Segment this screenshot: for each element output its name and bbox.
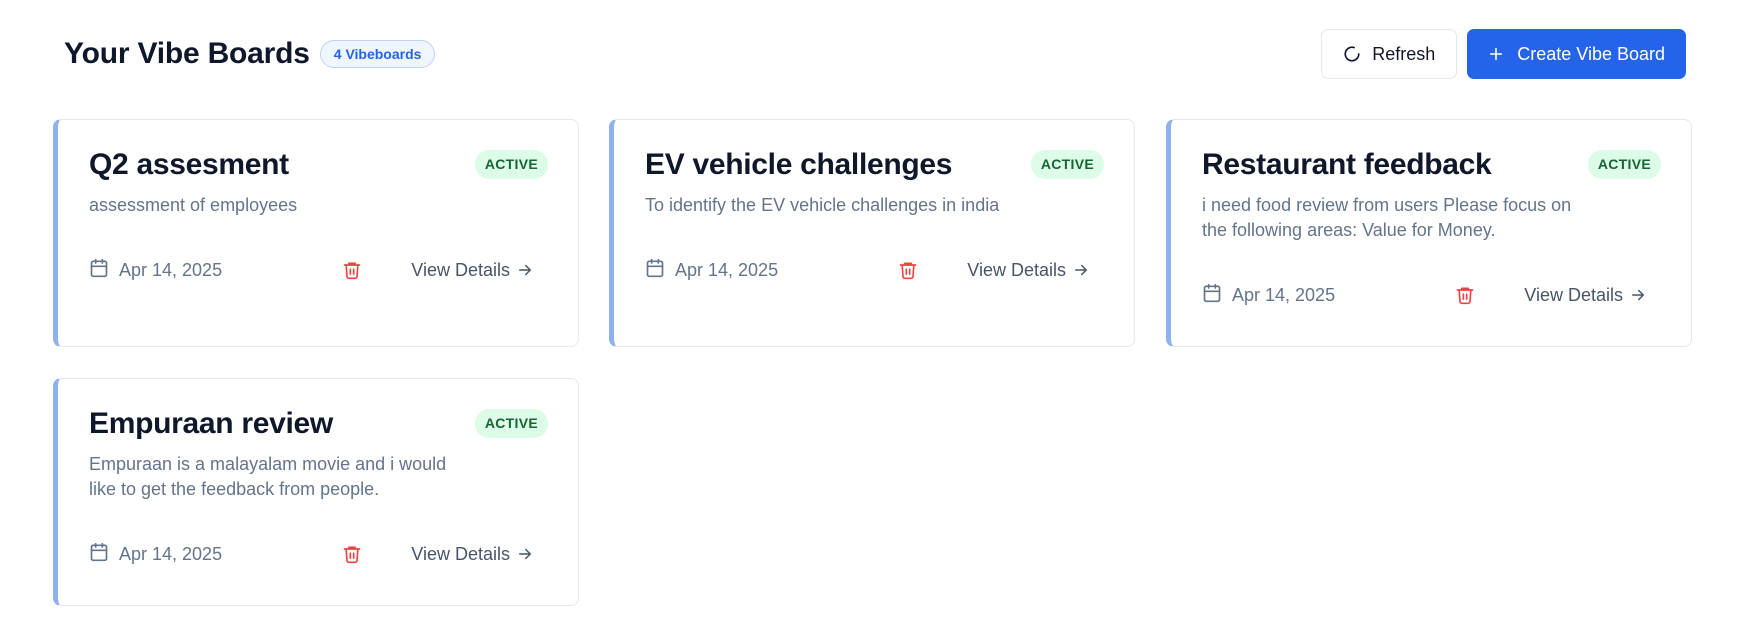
vibe-board-card[interactable]: Empuraan review ACTIVE Empuraan is a mal… (53, 378, 579, 606)
view-details-label: View Details (967, 259, 1066, 280)
calendar-icon (645, 258, 665, 283)
board-description: assessment of employees (89, 195, 298, 215)
trash-icon (343, 546, 361, 564)
card-actions: View Details (1453, 283, 1647, 307)
board-title: Empuraan review (89, 407, 333, 440)
board-title: Q2 assesment (89, 148, 289, 181)
delete-board-button[interactable] (896, 258, 920, 282)
page-header: Your Vibe Boards 4 Vibeboards Refresh Cr… (64, 29, 1686, 79)
create-label: Create Vibe Board (1517, 43, 1665, 64)
status-badge: ACTIVE (474, 409, 548, 438)
board-description: Empuraan is a malayalam movie and i woul… (89, 454, 447, 499)
date-text: Apr 14, 2025 (119, 259, 223, 280)
card-footer: Apr 14, 2025 View Details (89, 258, 534, 282)
trash-icon (899, 262, 917, 280)
view-details-label: View Details (411, 543, 510, 564)
date-text: Apr 14, 2025 (675, 259, 779, 280)
card-footer: Apr 14, 2025 View Details (1202, 283, 1647, 307)
status-badge: ACTIVE (1030, 150, 1104, 179)
board-description: i need food review from users Please foc… (1202, 195, 1572, 240)
delete-board-button[interactable] (1453, 283, 1477, 307)
calendar-icon (89, 542, 109, 567)
arrow-right-icon (519, 264, 531, 276)
view-details-link[interactable]: View Details (1524, 285, 1647, 306)
delete-board-button[interactable] (340, 258, 364, 282)
board-date: Apr 14, 2025 (89, 542, 222, 567)
refresh-icon (1343, 45, 1361, 63)
refresh-button[interactable]: Refresh (1321, 29, 1458, 79)
trash-icon (343, 262, 361, 280)
vibe-boards-page: Your Vibe Boards 4 Vibeboards Refresh Cr… (0, 0, 1754, 629)
plus-icon (1488, 46, 1504, 62)
board-title: Restaurant feedback (1202, 148, 1492, 181)
status-badge: ACTIVE (474, 150, 548, 179)
board-date: Apr 14, 2025 (645, 258, 778, 283)
board-date: Apr 14, 2025 (1202, 283, 1335, 308)
delete-board-button[interactable] (340, 542, 364, 566)
arrow-right-icon (519, 548, 531, 560)
card-actions: View Details (340, 258, 534, 282)
view-details-link[interactable]: View Details (411, 260, 534, 281)
vibe-board-card[interactable]: EV vehicle challenges ACTIVE To identify… (609, 119, 1135, 347)
board-count-badge: 4 Vibeboards (319, 40, 436, 68)
vibe-board-card[interactable]: Q2 assesment ACTIVE assessment of employ… (53, 119, 579, 347)
board-description: To identify the EV vehicle challenges in… (645, 195, 1000, 215)
create-vibe-board-button[interactable]: Create Vibe Board (1467, 29, 1686, 79)
header-actions: Refresh Create Vibe Board (1321, 29, 1686, 79)
view-details-label: View Details (1524, 284, 1623, 305)
board-title: EV vehicle challenges (645, 148, 953, 181)
calendar-icon (1202, 283, 1222, 308)
board-date: Apr 14, 2025 (89, 258, 222, 283)
view-details-link[interactable]: View Details (967, 260, 1090, 281)
status-badge: ACTIVE (1587, 150, 1661, 179)
title-group: Your Vibe Boards 4 Vibeboards (64, 37, 436, 71)
arrow-right-icon (1075, 264, 1087, 276)
refresh-label: Refresh (1372, 43, 1436, 64)
date-text: Apr 14, 2025 (1232, 284, 1336, 305)
vibe-board-card[interactable]: Restaurant feedback ACTIVE i need food r… (1166, 119, 1692, 347)
arrow-right-icon (1632, 289, 1644, 301)
page-title: Your Vibe Boards (64, 37, 310, 70)
date-text: Apr 14, 2025 (119, 543, 223, 564)
card-footer: Apr 14, 2025 View Details (645, 258, 1090, 282)
card-actions: View Details (896, 258, 1090, 282)
view-details-label: View Details (411, 259, 510, 280)
trash-icon (1456, 287, 1474, 305)
card-footer: Apr 14, 2025 View Details (89, 542, 534, 566)
card-actions: View Details (340, 542, 534, 566)
calendar-icon (89, 258, 109, 283)
view-details-link[interactable]: View Details (411, 544, 534, 565)
